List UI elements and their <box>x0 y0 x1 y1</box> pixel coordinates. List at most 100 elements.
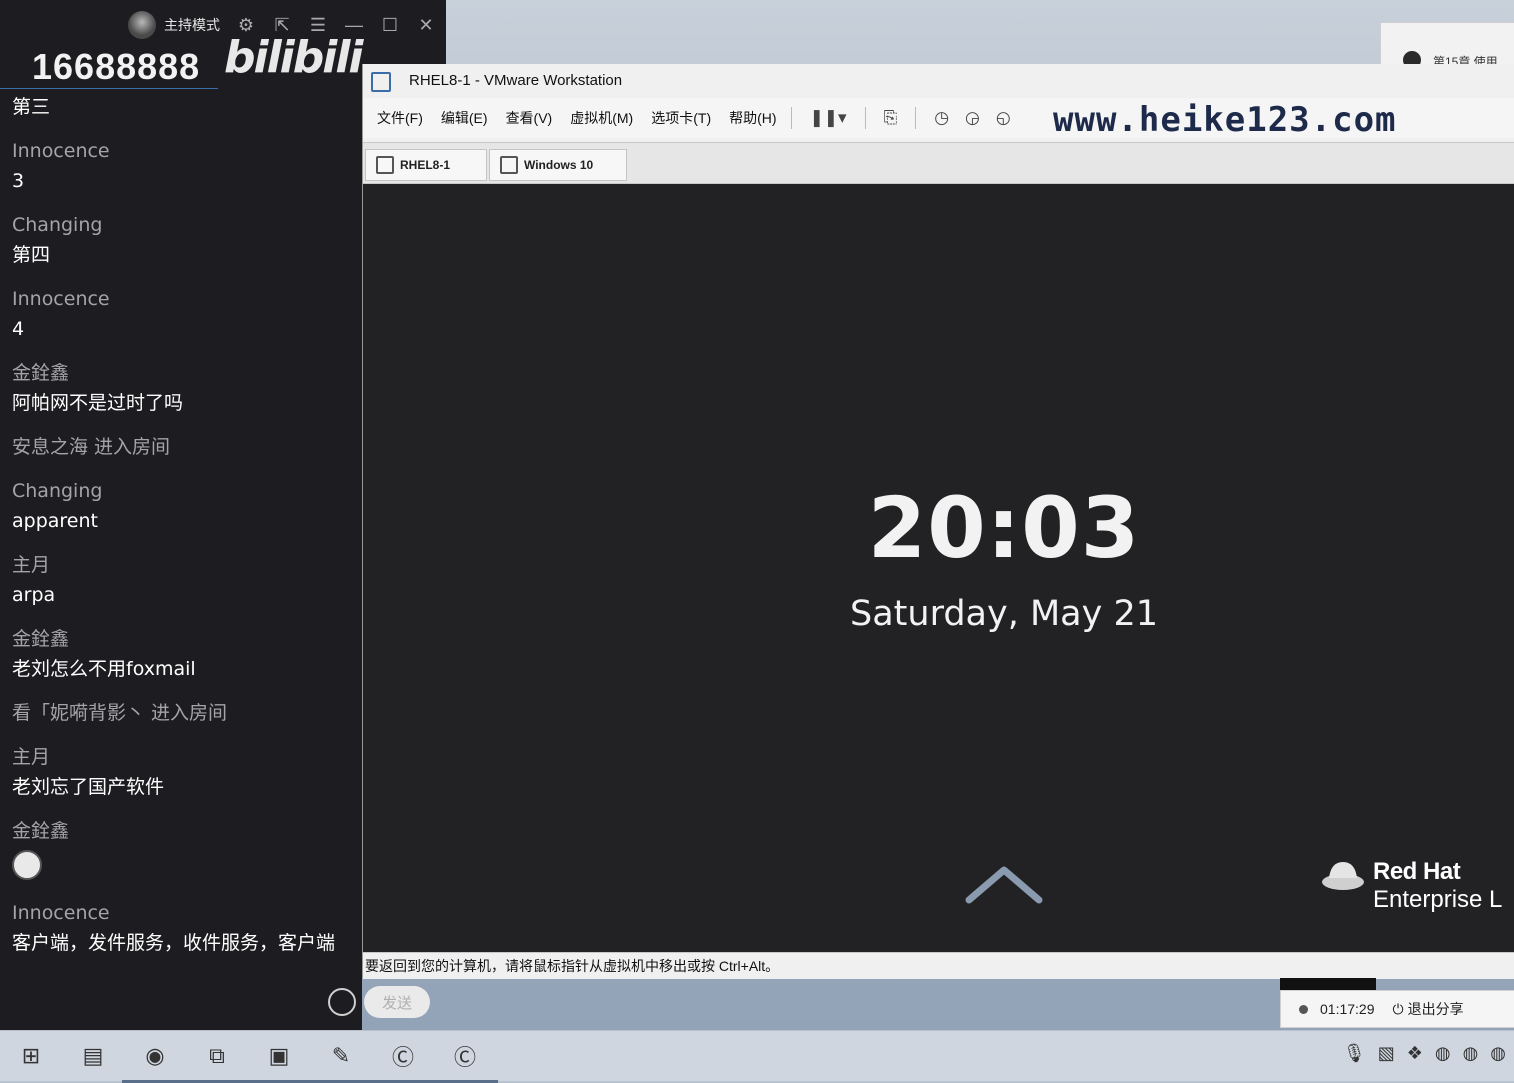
recording-dot-icon <box>1299 1004 1308 1014</box>
header-divider <box>0 88 218 89</box>
snapshot-icon[interactable]: ◷ <box>934 108 949 128</box>
chat-username[interactable]: Changing <box>12 210 360 240</box>
qq3-icon[interactable]: ◍ <box>1490 1043 1506 1064</box>
vmware-taskbar-icon[interactable]: ⧉ <box>184 1039 250 1083</box>
chat-message: Innocence 3 <box>12 136 360 196</box>
host-mode-label[interactable]: 主持模式 <box>164 15 220 35</box>
close-icon[interactable]: ✕ <box>416 15 436 36</box>
lock-screen-date: Saturday, May 21 <box>850 594 1158 634</box>
menu-edit[interactable]: 编辑(E) <box>441 108 488 128</box>
chat-message: 主月老刘忘了国产软件 <box>12 742 360 802</box>
site-watermark: www.heike123.com <box>1053 100 1397 140</box>
emoji-button-icon[interactable] <box>328 988 356 1016</box>
chat-message: Changing 第四 <box>12 210 360 270</box>
room-id: 16688888 <box>32 46 201 87</box>
chat-message: 看「妮嗬背影丶 进入房间 <box>12 698 360 728</box>
chat-text: 老刘忘了国产软件 <box>12 776 165 798</box>
menu-file[interactable]: 文件(F) <box>377 108 423 128</box>
system-notice: 安息之海 进入房间 <box>12 436 171 458</box>
chat-message: 主月 arpa <box>12 550 360 610</box>
chat-message: Innocence 客户端，发件服务，收件服务，客户端 <box>12 898 360 958</box>
chat-username[interactable]: Changing <box>12 476 360 506</box>
chat-message: Changing apparent <box>12 476 360 536</box>
chat-username[interactable]: Innocence <box>12 898 360 928</box>
tray-app-icon[interactable]: ▧ <box>1378 1043 1395 1064</box>
menu-vm[interactable]: 虚拟机(M) <box>570 108 633 128</box>
chat-text: 第三 <box>12 96 51 118</box>
chat-message: 金銓鑫老刘怎么不用foxmail <box>12 624 360 684</box>
tab-rhel8-1[interactable]: RHEL8-1 <box>365 149 487 181</box>
file-explorer-icon[interactable]: ▤ <box>76 1039 110 1073</box>
chat-text: 阿帕网不是过时了吗 <box>12 392 184 414</box>
chevron-up-icon[interactable] <box>965 864 1043 904</box>
chat-message: 安息之海 进入房间 <box>12 432 360 462</box>
chat-username[interactable]: Innocence <box>12 136 360 166</box>
system-notice: 看「妮嗬背影丶 进入房间 <box>12 702 228 724</box>
vmware-titlebar[interactable]: RHEL8-1 - VMware Workstation <box>363 64 1514 98</box>
snapshot-manager-icon[interactable]: ◵ <box>996 108 1011 128</box>
vm-status-bar: 要返回到您的计算机，请将鼠标指针从虚拟机中移出或按 Ctrl+Alt。 <box>363 952 1514 979</box>
browser-icon[interactable]: ◉ <box>122 1039 188 1083</box>
windows-start-icon[interactable]: ⊞ <box>14 1039 48 1073</box>
maximize-icon[interactable]: ☐ <box>380 15 400 36</box>
chat-text: 老刘怎么不用foxmail <box>12 658 196 680</box>
system-tray: 🎙 ▧ ❖ ◍ ◍ ◍ <box>1343 1043 1506 1064</box>
redhat-logo: Red Hat Enterprise L <box>1321 852 1514 922</box>
chat-text: 第四 <box>12 244 51 266</box>
send-ctrl-alt-del-icon[interactable]: ⎘ <box>884 108 898 128</box>
brand-product: Enterprise L <box>1373 886 1503 913</box>
vmware-window: RHEL8-1 - VMware Workstation 文件(F) 编辑(E)… <box>362 64 1514 979</box>
exit-share-button[interactable]: 退出分享 <box>1408 999 1464 1019</box>
share-indicator <box>1280 978 1376 990</box>
media-app-icon[interactable]: ▣ <box>246 1039 312 1083</box>
chat-input-bar: 发送 <box>328 986 430 1018</box>
chat-text: apparent <box>12 510 98 532</box>
snapshot-restore-icon[interactable]: ◶ <box>965 108 980 128</box>
chat-username[interactable]: 金銓鑫 <box>12 358 360 388</box>
chat-message: Innocence 4 <box>12 284 360 344</box>
chat-message-list[interactable]: 第三 Innocence 3 Changing 第四 Innocence 4 金銓鑫 阿帕网不是… <box>12 92 360 972</box>
chat-username[interactable]: 主月 <box>12 742 360 772</box>
share-timer: 01:17:29 <box>1320 1001 1375 1017</box>
tab-label: RHEL8-1 <box>400 158 451 172</box>
chat-username[interactable]: 金銓鑫 <box>12 624 360 654</box>
power-icon[interactable]: ⏻ <box>1393 1001 1404 1018</box>
vm-icon <box>376 156 394 174</box>
menu-view[interactable]: 查看(V) <box>506 108 553 128</box>
chat-message: 金銓鑫 <box>12 816 360 884</box>
tab-windows-10[interactable]: Windows 10 <box>489 149 627 181</box>
grin-emoji-icon <box>12 850 42 880</box>
vm-icon <box>500 156 518 174</box>
toolbar-separator <box>790 107 792 129</box>
qq-icon[interactable]: ◍ <box>1435 1043 1451 1064</box>
window-title: RHEL8-1 - VMware Workstation <box>409 72 623 89</box>
chat-username[interactable]: 主月 <box>12 550 360 580</box>
toolbar-separator <box>915 107 917 129</box>
redhat-hat-icon <box>1322 862 1364 890</box>
menu-tabs[interactable]: 选项卡(T) <box>651 108 711 128</box>
qq2-icon[interactable]: ◍ <box>1463 1043 1479 1064</box>
chat-message: 第三 <box>12 92 360 122</box>
pause-icon[interactable]: ❚❚▾ <box>810 108 847 128</box>
vmware-app-icon <box>371 72 391 92</box>
lock-screen-clock: 20:03 <box>867 479 1141 577</box>
app-c-icon[interactable]: Ⓒ <box>370 1039 436 1083</box>
send-button[interactable]: 发送 <box>364 986 430 1018</box>
chat-username[interactable]: 金銓鑫 <box>12 816 360 846</box>
brand-name: Red Hat <box>1373 858 1461 885</box>
host-avatar[interactable] <box>128 11 156 39</box>
chat-username[interactable]: Innocence <box>12 284 360 314</box>
pen-app-icon[interactable]: ✎ <box>308 1039 374 1083</box>
vm-display[interactable]: 20:03 Saturday, May 21 Red Hat Enterpris… <box>363 184 1514 952</box>
chat-text: 4 <box>12 318 25 340</box>
menu-help[interactable]: 帮助(H) <box>729 108 776 128</box>
bilibili-logo: bilibili <box>224 32 363 83</box>
toolbar-separator <box>864 107 866 129</box>
chat-text: arpa <box>12 584 56 606</box>
app-c2-icon[interactable]: Ⓒ <box>432 1039 498 1083</box>
microphone-icon[interactable]: 🎙 <box>1343 1043 1366 1064</box>
vm-tab-strip: RHEL8-1 Windows 10 <box>363 142 1514 184</box>
chat-message: 金銓鑫阿帕网不是过时了吗 <box>12 358 360 418</box>
tray-app2-icon[interactable]: ❖ <box>1407 1043 1423 1064</box>
tab-label: Windows 10 <box>524 158 594 172</box>
